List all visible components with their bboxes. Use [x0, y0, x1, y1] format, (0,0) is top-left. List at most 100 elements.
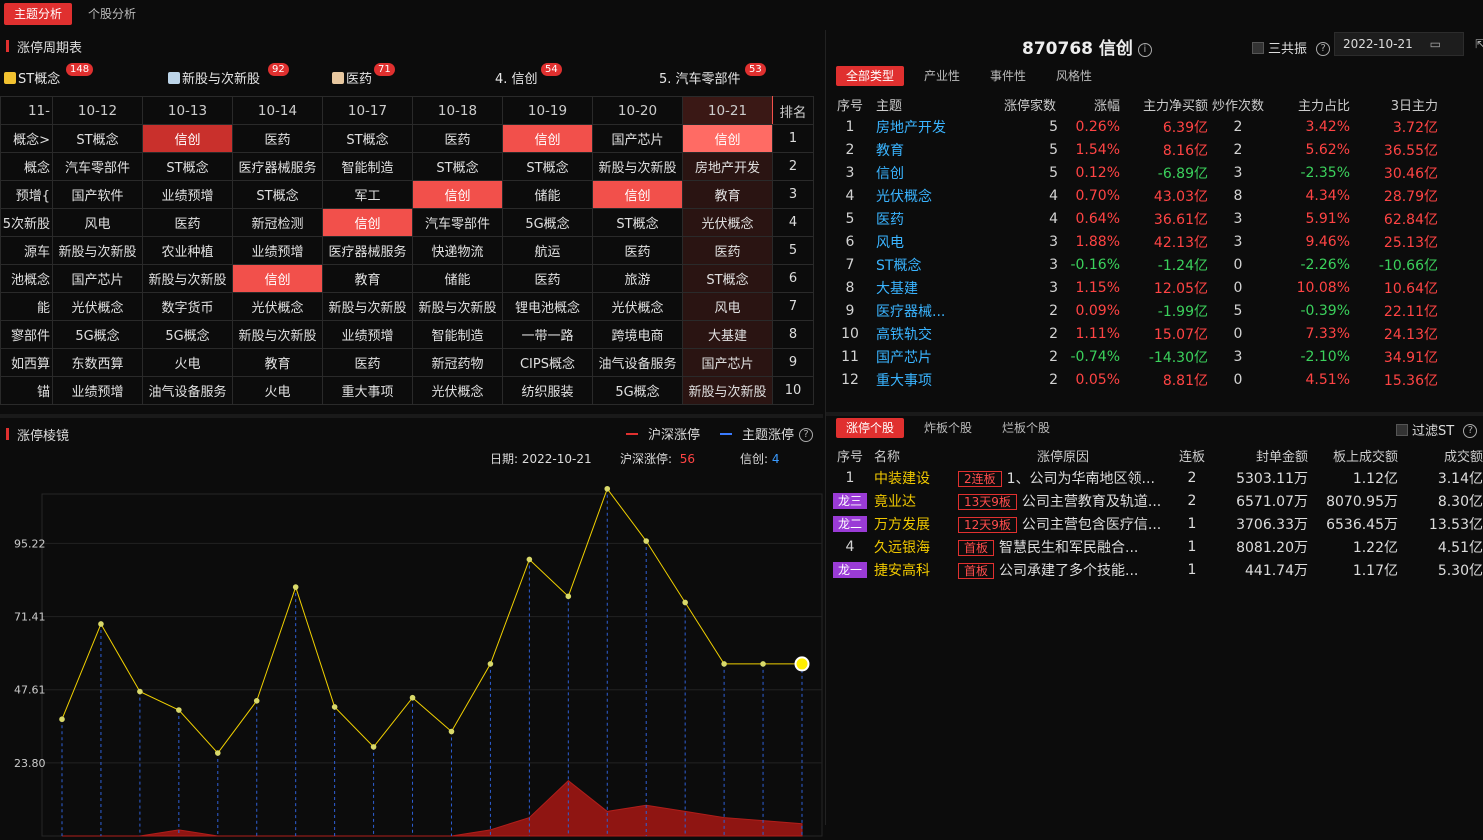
theme-cell[interactable]: 火电 [142, 348, 233, 377]
theme-col-header[interactable]: 主题 [874, 93, 1004, 115]
theme-cell[interactable]: 医疗器械服务 [322, 236, 413, 265]
theme-cell[interactable]: 业绩预增 [142, 180, 233, 209]
theme-cell[interactable]: ST概念 [682, 264, 773, 293]
theme-cell[interactable]: 5G概念 [502, 208, 593, 237]
theme-cell[interactable]: 医药 [412, 124, 503, 153]
stock-name[interactable]: 竟业达 [874, 489, 958, 512]
theme-name[interactable]: 光伏概念 [874, 184, 1004, 207]
theme-cell[interactable]: 教育 [232, 348, 323, 377]
theme-cell[interactable]: CIPS概念 [502, 348, 593, 377]
theme-cell[interactable]: 业绩预增 [52, 376, 143, 405]
grid-header-date[interactable]: 10-18 [412, 96, 503, 125]
theme-cell[interactable]: 重大事项 [322, 376, 413, 405]
stock-row[interactable]: 龙二 万方发展 12天9板 公司主营包含医疗信... 1 3706.33万 6536.45万… [826, 512, 1483, 535]
theme-cell[interactable]: 业绩预增 [232, 236, 323, 265]
grid-header-date[interactable]: 10-14 [232, 96, 323, 125]
theme-cell[interactable]: <概念 [0, 124, 53, 153]
theme-cell[interactable]: 锚 [0, 376, 53, 405]
reason-text[interactable]: 公司主营包含医疗信... [1022, 517, 1161, 533]
theme-cell[interactable]: 东数西算 [52, 348, 143, 377]
theme-cell[interactable]: 池概念 [0, 264, 53, 293]
theme-cell[interactable]: 医药 [322, 348, 413, 377]
stock-name[interactable]: 久远银海 [874, 535, 958, 558]
theme-col-header[interactable]: 涨幅 [1058, 93, 1120, 115]
theme-cell[interactable]: 跨境电商 [592, 320, 683, 349]
theme-cell[interactable]: 油气设备服务 [592, 348, 683, 377]
stock-row[interactable]: 1 中装建设 2连板 1、公司为华南地区领... 2 5303.11万 1.12亿 3.14亿 [826, 466, 1483, 489]
help-icon[interactable]: ? [799, 428, 814, 442]
theme-name[interactable]: 房地产开发 [874, 115, 1004, 138]
theme-cell[interactable]: 如西算 [0, 348, 53, 377]
theme-cell[interactable]: 5G概念 [142, 320, 233, 349]
theme-name[interactable]: 风电 [874, 230, 1004, 253]
theme-name[interactable]: 高铁轨交 [874, 322, 1004, 345]
calendar-icon[interactable]: ▭ [1430, 33, 1441, 55]
tab-industry[interactable]: 产业性 [914, 66, 970, 86]
legend-hs[interactable]: 沪深涨停 [626, 424, 700, 443]
theme-cell[interactable]: 教育 [322, 264, 413, 293]
grid-header-date[interactable]: 排名 [772, 96, 814, 125]
theme-cell[interactable]: 光伏概念 [232, 292, 323, 321]
theme-cell[interactable]: 新股与次新股 [52, 236, 143, 265]
stock-col-header[interactable]: 成交额 [1398, 444, 1483, 466]
theme-cell[interactable]: 信创 [232, 264, 323, 293]
theme-cell[interactable]: 新股与次新股 [142, 264, 233, 293]
theme-cell[interactable]: 国产芯片 [52, 264, 143, 293]
stock-name[interactable]: 万方发展 [874, 512, 958, 535]
theme-cell[interactable]: 源车 [0, 236, 53, 265]
theme-cell[interactable]: 医药 [682, 236, 773, 265]
theme-cell[interactable]: 国产软件 [52, 180, 143, 209]
theme-cell[interactable]: 油气设备服务 [142, 376, 233, 405]
legend-theme[interactable]: 主题涨停? [720, 424, 814, 443]
theme-row[interactable]: 10 高铁轨交 2 1.11% 15.07亿 0 7.33% 24.13亿 [826, 322, 1483, 345]
theme-col-header[interactable]: 3日主力 [1350, 93, 1438, 115]
theme-name[interactable]: 医疗器械... [874, 299, 1004, 322]
theme-cell[interactable]: 医疗器械服务 [232, 152, 323, 181]
stock-col-header[interactable]: 板上成交额 [1308, 444, 1398, 466]
grid-header-date[interactable]: 10-20 [592, 96, 683, 125]
reason-text[interactable]: 公司主营教育及轨道... [1022, 494, 1161, 510]
theme-col-header[interactable]: 主力净买额 [1120, 93, 1208, 115]
stock-row[interactable]: 4 久远银海 首板 智慧民生和军民融合... 1 8081.20万 1.22亿 4.51亿 [826, 535, 1483, 558]
theme-cell[interactable]: 储能 [502, 180, 593, 209]
theme-name[interactable]: 信创 [874, 161, 1004, 184]
theme-cell[interactable]: ST概念 [322, 124, 413, 153]
theme-cell[interactable]: 教育 [682, 180, 773, 209]
tab-weak-board-stocks[interactable]: 烂板个股 [992, 418, 1060, 438]
stock-col-header[interactable]: 连板 [1168, 444, 1216, 466]
theme-col-header[interactable]: 主力占比 [1268, 93, 1350, 115]
theme-cell[interactable]: 大基建 [682, 320, 773, 349]
theme-cell[interactable]: 农业种植 [142, 236, 233, 265]
reason-text[interactable]: 1、公司为华南地区领... [1007, 471, 1155, 487]
tab-theme-analysis[interactable]: 主题分析 [4, 3, 73, 25]
tab-all-types[interactable]: 全部类型 [836, 66, 905, 86]
theme-cell[interactable]: 5次新股 [0, 208, 53, 237]
theme-row[interactable]: 1 房地产开发 5 0.26% 6.39亿 2 3.42% 3.72亿 [826, 115, 1483, 138]
summary-item[interactable]: 4. 信创 54 [495, 63, 562, 94]
tab-event[interactable]: 事件性 [980, 66, 1036, 86]
theme-cell[interactable]: 信创 [412, 180, 503, 209]
theme-cell[interactable]: 信创 [502, 124, 593, 153]
theme-cell[interactable]: 旅游 [592, 264, 683, 293]
theme-cell[interactable]: 医药 [232, 124, 323, 153]
info-icon[interactable]: i [1137, 43, 1152, 57]
theme-cell[interactable]: 智能制造 [412, 320, 503, 349]
theme-cell[interactable]: ST概念 [412, 152, 503, 181]
reason-text[interactable]: 公司承建了多个技能... [999, 563, 1138, 579]
tab-stock-analysis[interactable]: 个股分析 [78, 3, 146, 25]
theme-cell[interactable]: 锂电池概念 [502, 292, 593, 321]
summary-item[interactable]: ST概念 148 [4, 63, 94, 94]
theme-row[interactable]: 2 教育 5 1.54% 8.16亿 2 5.62% 36.55亿 [826, 138, 1483, 161]
stock-row[interactable]: 龙三 竟业达 13天9板 公司主营教育及轨道... 2 6571.07万 8070.95万 8… [826, 489, 1483, 512]
theme-name[interactable]: 大基建 [874, 276, 1004, 299]
theme-name[interactable]: 医药 [874, 207, 1004, 230]
grid-header-date[interactable]: 10-19 [502, 96, 593, 125]
stock-row[interactable]: 龙一 捷安高科 首板 公司承建了多个技能... 1 441.74万 1.17亿 5.30亿 [826, 558, 1483, 581]
theme-cell[interactable]: 医药 [502, 264, 593, 293]
theme-cell[interactable]: 医药 [142, 208, 233, 237]
theme-cell[interactable]: ST概念 [592, 208, 683, 237]
theme-row[interactable]: 8 大基建 3 1.15% 12.05亿 0 10.08% 10.64亿 [826, 276, 1483, 299]
theme-name[interactable]: 教育 [874, 138, 1004, 161]
grid-header-date[interactable]: 10-17 [322, 96, 413, 125]
theme-col-header[interactable]: 涨停家数↓ [1004, 93, 1058, 115]
